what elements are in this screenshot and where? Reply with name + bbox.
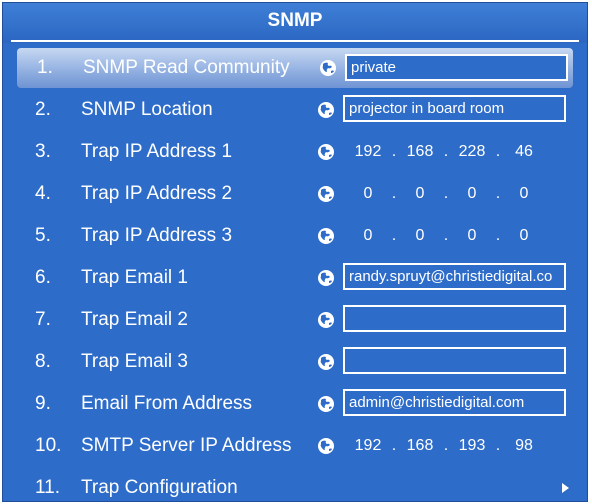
- row-label: Email From Address: [81, 393, 253, 414]
- ip-octet[interactable]: 0: [403, 173, 437, 215]
- row-label: Trap Email 3: [81, 351, 188, 372]
- ip-separator: .: [443, 143, 449, 160]
- row-label: Trap IP Address 3: [81, 225, 233, 246]
- ip-octet[interactable]: 228: [455, 131, 489, 173]
- ip-octet[interactable]: 0: [507, 215, 541, 257]
- row-label: Trap Configuration: [81, 477, 238, 498]
- row-label: Trap IP Address 2: [81, 183, 233, 204]
- globe-icon: [317, 437, 335, 455]
- menu-row[interactable]: 1. SNMP Read Community private: [17, 48, 573, 88]
- row-number: 8.: [35, 351, 51, 372]
- ip-address-field[interactable]: 0. 0. 0. 0: [351, 215, 541, 257]
- ip-separator: .: [443, 227, 449, 244]
- chevron-right-icon: [562, 483, 569, 493]
- text-field[interactable]: [343, 347, 566, 374]
- ip-octet[interactable]: 0: [403, 215, 437, 257]
- menu-row[interactable]: 9. Email From Address admin@christiedigita…: [15, 383, 575, 425]
- row-number: 4.: [35, 183, 51, 204]
- text-field[interactable]: [343, 305, 566, 332]
- globe-icon: [317, 143, 335, 161]
- ip-separator: .: [391, 437, 397, 454]
- row-number: 3.: [35, 141, 51, 162]
- ip-separator: .: [495, 437, 501, 454]
- title-divider: [11, 40, 579, 42]
- globe-icon: [317, 101, 335, 119]
- ip-octet[interactable]: 168: [403, 425, 437, 467]
- ip-address-field[interactable]: 192. 168. 193. 98: [351, 425, 541, 467]
- ip-octet[interactable]: 0: [507, 173, 541, 215]
- ip-separator: .: [443, 437, 449, 454]
- row-number: 5.: [35, 225, 51, 246]
- ip-octet[interactable]: 0: [351, 173, 385, 215]
- ip-separator: .: [391, 185, 397, 202]
- row-number: 7.: [35, 309, 51, 330]
- menu-row[interactable]: 10. SMTP Server IP Address 192. 168. 193. 98: [15, 425, 575, 467]
- ip-octet[interactable]: 192: [351, 131, 385, 173]
- ip-separator: .: [443, 185, 449, 202]
- row-number: 1.: [37, 57, 53, 78]
- row-label: SNMP Location: [81, 99, 213, 120]
- text-field[interactable]: randy.spruyt@christiedigital.co: [343, 263, 566, 290]
- row-number: 9.: [35, 393, 51, 414]
- globe-icon: [317, 227, 335, 245]
- text-field[interactable]: private: [345, 54, 568, 81]
- globe-icon: [317, 269, 335, 287]
- globe-icon: [317, 395, 335, 413]
- globe-icon: [317, 185, 335, 203]
- ip-octet[interactable]: 193: [455, 425, 489, 467]
- row-number: 2.: [35, 99, 51, 120]
- menu-row[interactable]: 4. Trap IP Address 2 0. 0. 0. 0: [15, 173, 575, 215]
- menu-row[interactable]: 5. Trap IP Address 3 0. 0. 0. 0: [15, 215, 575, 257]
- ip-address-field[interactable]: 0. 0. 0. 0: [351, 173, 541, 215]
- menu-row[interactable]: 6. Trap Email 1 randy.spruyt@christiedigit…: [15, 257, 575, 299]
- ip-separator: .: [391, 227, 397, 244]
- ip-octet[interactable]: 192: [351, 425, 385, 467]
- row-label: SNMP Read Community: [83, 57, 290, 78]
- menu-row[interactable]: 11. Trap Configuration: [15, 467, 575, 501]
- ip-octet[interactable]: 0: [455, 215, 489, 257]
- globe-icon: [319, 59, 337, 77]
- row-label: Trap Email 2: [81, 309, 188, 330]
- ip-separator: .: [391, 143, 397, 160]
- ip-octet[interactable]: 98: [507, 425, 541, 467]
- ip-octet[interactable]: 0: [455, 173, 489, 215]
- row-number: 6.: [35, 267, 51, 288]
- snmp-menu-panel: SNMP 1. SNMP Read Community private 2. SNMP …: [2, 2, 588, 502]
- text-field[interactable]: admin@christiedigital.com: [343, 389, 566, 416]
- menu-row[interactable]: 7. Trap Email 2: [15, 299, 575, 341]
- globe-icon: [317, 311, 335, 329]
- row-label: Trap Email 1: [81, 267, 188, 288]
- row-label: SMTP Server IP Address: [81, 435, 292, 456]
- ip-separator: .: [495, 227, 501, 244]
- ip-octet[interactable]: 0: [351, 215, 385, 257]
- row-number: 11.: [35, 477, 61, 498]
- row-number: 10.: [35, 435, 62, 456]
- globe-icon: [317, 353, 335, 371]
- menu-title: SNMP: [3, 3, 587, 43]
- menu-row[interactable]: 2. SNMP Location projector in board room: [15, 89, 575, 131]
- ip-octet[interactable]: 168: [403, 131, 437, 173]
- row-label: Trap IP Address 1: [81, 141, 233, 162]
- text-field[interactable]: projector in board room: [343, 95, 566, 122]
- ip-address-field[interactable]: 192. 168. 228. 46: [351, 131, 541, 173]
- menu-row[interactable]: 3. Trap IP Address 1 192. 168. 228. 46: [15, 131, 575, 173]
- ip-separator: .: [495, 143, 501, 160]
- ip-separator: .: [495, 185, 501, 202]
- menu-row[interactable]: 8. Trap Email 3: [15, 341, 575, 383]
- ip-octet[interactable]: 46: [507, 131, 541, 173]
